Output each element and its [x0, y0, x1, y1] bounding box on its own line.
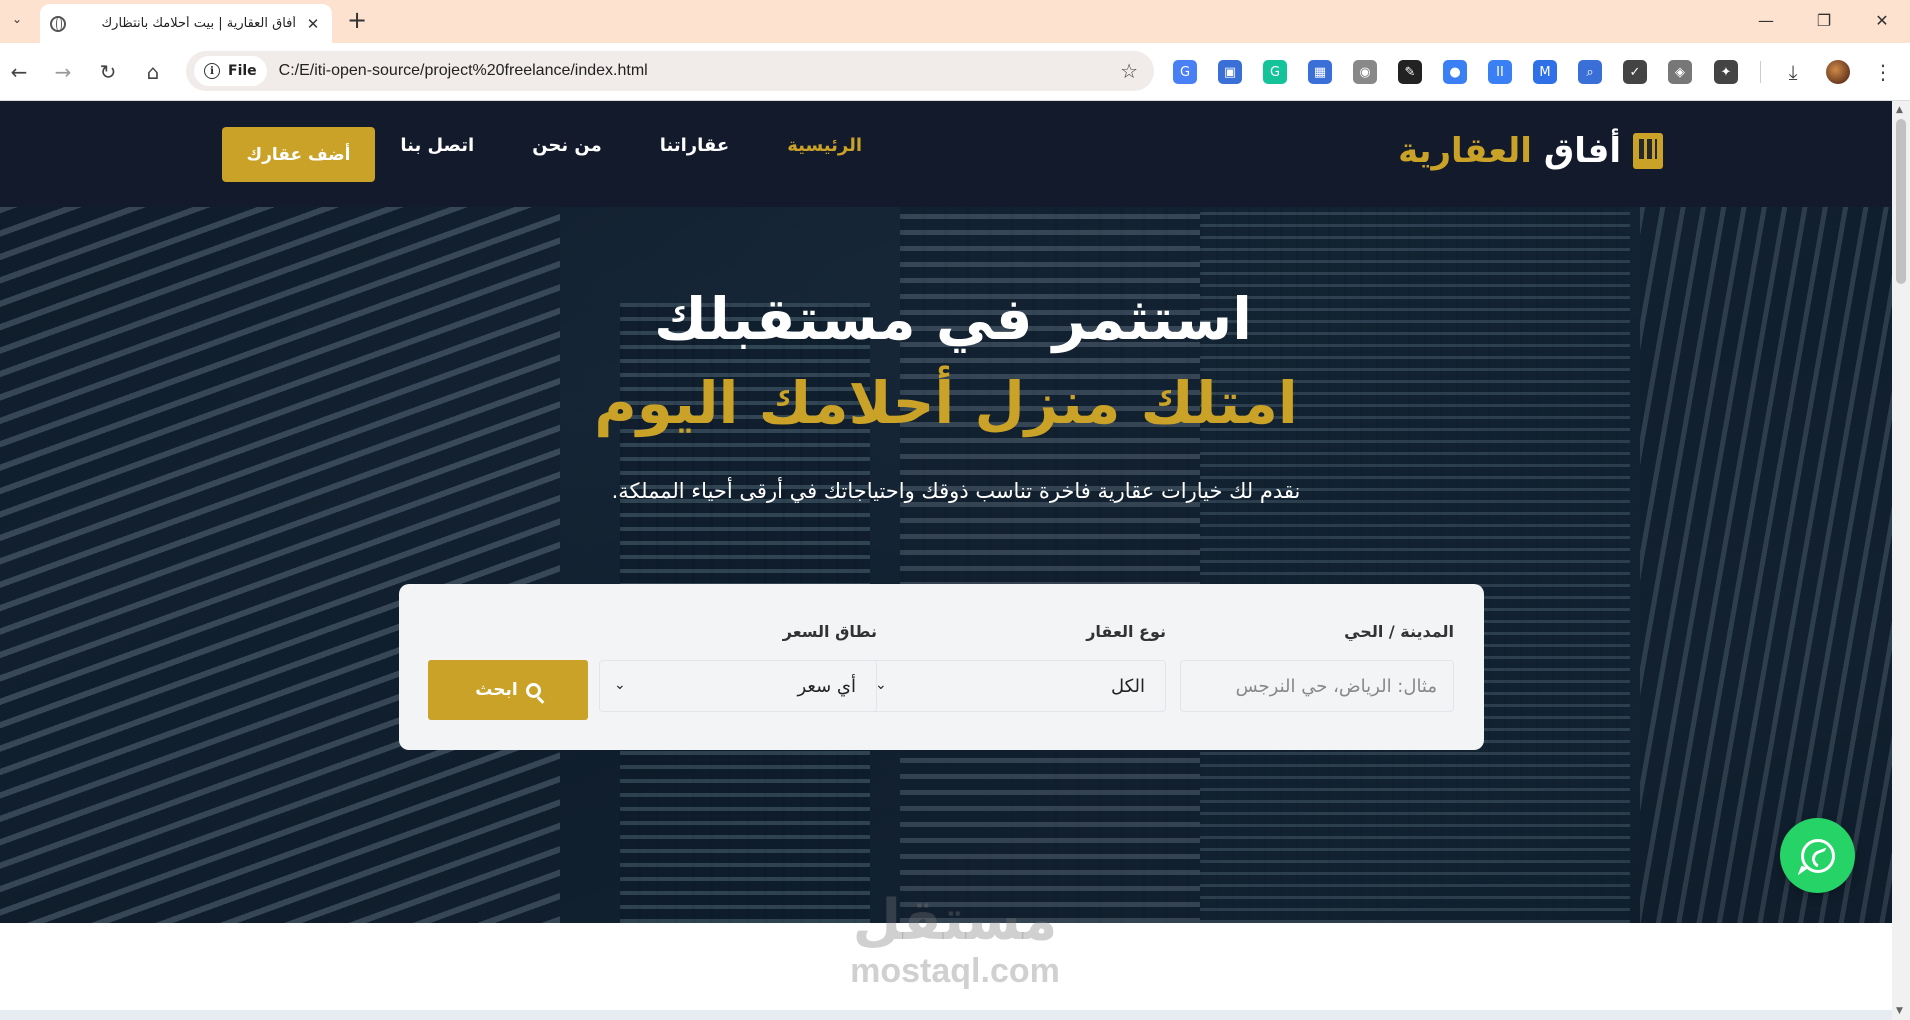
- translate-icon[interactable]: G: [1173, 60, 1197, 84]
- city-input[interactable]: مثال: الرياض، حي النرجس: [1180, 660, 1454, 712]
- property-type-value: الكل: [1110, 675, 1145, 697]
- forward-button[interactable]: →: [48, 57, 78, 87]
- nav-link-contact[interactable]: اتصل بنا: [400, 135, 474, 156]
- search-form: المدينة / الحي مثال: الرياض، حي النرجس ن…: [399, 584, 1484, 750]
- check-icon[interactable]: ✓: [1623, 60, 1647, 84]
- new-tab-button[interactable]: +: [344, 6, 370, 34]
- hero-title-line-1: استثمر في مستقبلك: [654, 285, 1252, 353]
- nav-links: الرئيسية عقاراتنا من نحن اتصل بنا: [400, 135, 862, 156]
- city-label: المدينة / الحي: [1344, 622, 1454, 641]
- scroll-down-icon[interactable]: ▼: [1896, 1006, 1903, 1016]
- pause-icon[interactable]: II: [1488, 60, 1512, 84]
- browser-tab[interactable]: أفاق العقارية | بيت أحلامك بانتظارك ✕: [40, 4, 332, 43]
- nav-link-home[interactable]: الرئيسية: [787, 135, 862, 156]
- url-text[interactable]: C:/E/iti-open-source/project%20freelance…: [279, 62, 648, 80]
- tab-search-button[interactable]: ⌄: [6, 8, 28, 30]
- building-icon: [1633, 133, 1663, 169]
- browser-menu-icon[interactable]: ⋮: [1868, 57, 1898, 87]
- whatsapp-button[interactable]: [1780, 818, 1855, 893]
- camera-icon[interactable]: ◉: [1353, 60, 1377, 84]
- site-navbar: أفاق العقارية الرئيسية عقاراتنا من نحن ا…: [0, 101, 1892, 207]
- search-button-label: ابحث: [475, 680, 518, 700]
- tab-title: أفاق العقارية | بيت أحلامك بانتظارك: [101, 16, 296, 31]
- watermark: مستقل mostaql.com: [835, 891, 1075, 991]
- toolbar-divider: [1760, 61, 1761, 83]
- browser-toolbar: ← → ↻ ⌂ i File C:/E/iti-open-source/proj…: [0, 43, 1910, 101]
- cast-icon[interactable]: ▣: [1218, 60, 1242, 84]
- brand-word-1: أفاق: [1543, 131, 1621, 171]
- scrollbar-thumb[interactable]: [1896, 119, 1906, 284]
- avatar: [1826, 60, 1850, 84]
- globe-icon: [50, 15, 66, 32]
- site-logo[interactable]: أفاق العقارية: [1398, 131, 1663, 171]
- search-icon: [525, 682, 541, 698]
- price-range-select[interactable]: أي سعر ⌄: [599, 660, 877, 712]
- reload-button[interactable]: ↻: [93, 57, 123, 87]
- grammarly-icon[interactable]: G: [1263, 60, 1287, 84]
- back-button[interactable]: ←: [4, 57, 34, 87]
- dot-icon[interactable]: ●: [1443, 60, 1467, 84]
- home-button[interactable]: ⌂: [138, 57, 168, 87]
- price-range-label: نطاق السعر: [782, 622, 877, 641]
- brand-word-2: العقارية: [1398, 131, 1532, 171]
- m-icon[interactable]: M: [1533, 60, 1557, 84]
- price-range-value: أي سعر: [797, 675, 856, 697]
- watermark-arabic: مستقل: [852, 888, 1058, 953]
- puzzle-icon[interactable]: ✦: [1714, 60, 1738, 84]
- property-type-select[interactable]: الكل ⌄: [860, 660, 1166, 712]
- file-label: File: [228, 63, 257, 79]
- whatsapp-icon: [1800, 838, 1835, 873]
- nav-link-about[interactable]: من نحن: [532, 135, 602, 156]
- bookmark-star-icon[interactable]: ☆: [1120, 59, 1138, 83]
- next-section-edge: [0, 1010, 1892, 1020]
- shield-icon[interactable]: ◈: [1668, 60, 1692, 84]
- page-viewport: أفاق العقارية الرئيسية عقاراتنا من نحن ا…: [0, 101, 1892, 1020]
- tab-close-icon[interactable]: ✕: [304, 15, 322, 33]
- watermark-english: mostaql.com: [850, 952, 1060, 990]
- hero-section: استثمر في مستقبلك امتلك منزل أحلامك اليو…: [0, 207, 1892, 923]
- hero-title-line-2: امتلك منزل أحلامك اليوم: [594, 369, 1298, 437]
- nav-link-properties[interactable]: عقاراتنا: [660, 135, 729, 156]
- chevron-down-icon: ⌄: [614, 677, 626, 693]
- browser-tab-strip: ⌄ أفاق العقارية | بيت أحلامك بانتظارك ✕ …: [0, 0, 1910, 43]
- scroll-up-icon[interactable]: ▲: [1896, 105, 1903, 115]
- minimize-button[interactable]: —: [1752, 6, 1780, 34]
- profile-avatar[interactable]: [1823, 57, 1853, 87]
- window-close-button[interactable]: ✕: [1868, 6, 1896, 34]
- table-icon[interactable]: ▦: [1308, 60, 1332, 84]
- search-button[interactable]: ابحث: [428, 660, 588, 720]
- hero-subtitle: نقدم لك خيارات عقارية فاخرة تناسب ذوقك و…: [611, 479, 1301, 503]
- page-scrollbar[interactable]: ▲ ▼: [1892, 101, 1910, 1020]
- lens-icon[interactable]: ⌕: [1578, 60, 1602, 84]
- property-type-label: نوع العقار: [1086, 622, 1166, 641]
- address-bar[interactable]: i File C:/E/iti-open-source/project%20fr…: [186, 51, 1154, 91]
- site-info-chip[interactable]: i File: [194, 56, 267, 86]
- eyedropper-icon[interactable]: ✎: [1398, 60, 1422, 84]
- add-property-button[interactable]: أضف عقارك: [222, 127, 375, 182]
- downloads-icon[interactable]: ⤓: [1778, 57, 1808, 87]
- restore-button[interactable]: ❐: [1810, 6, 1838, 34]
- info-icon: i: [204, 63, 220, 79]
